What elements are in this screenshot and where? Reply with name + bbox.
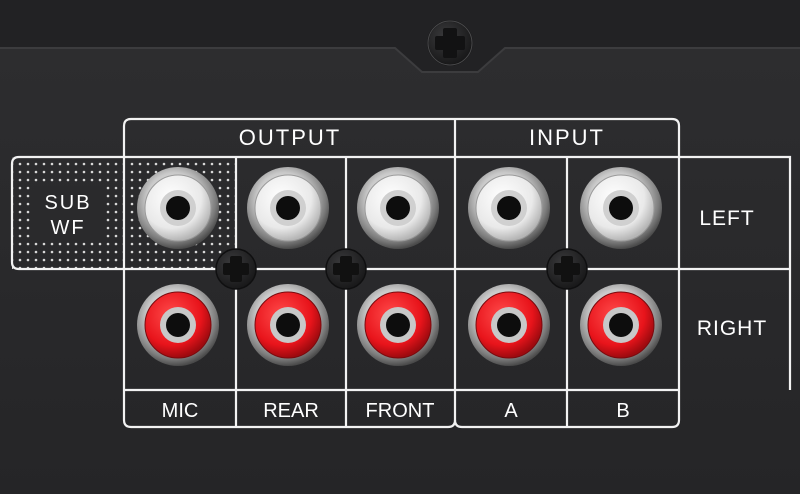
left-label: LEFT: [699, 207, 754, 230]
wf-label: WF: [50, 217, 85, 239]
output-label: OUTPUT: [239, 125, 341, 150]
jack-input-a-right[interactable]: [468, 284, 550, 366]
jack-rear-left[interactable]: [247, 167, 329, 249]
top-screw-icon: [427, 20, 473, 66]
column-label-front: FRONT: [366, 400, 435, 422]
jack-mic[interactable]: [137, 284, 219, 366]
sub-label: SUB: [44, 192, 91, 214]
jack-input-b-left[interactable]: [580, 167, 662, 249]
screw-icon: [325, 248, 367, 290]
right-label: RIGHT: [697, 317, 767, 340]
jack-input-a-left[interactable]: [468, 167, 550, 249]
input-label: INPUT: [529, 125, 605, 150]
jack-front-left[interactable]: [357, 167, 439, 249]
screw-icon: [215, 248, 257, 290]
jack-sub-wf-left[interactable]: [137, 167, 219, 249]
jack-input-b-right[interactable]: [580, 284, 662, 366]
column-label-b: B: [616, 400, 629, 422]
rear-io-panel: OUTPUT INPUT SUB WF LEFT RIGHT MIC REAR …: [0, 0, 800, 494]
column-label-mic: MIC: [162, 400, 199, 422]
screw-icon: [546, 248, 588, 290]
jack-rear-right[interactable]: [247, 284, 329, 366]
jack-front-right[interactable]: [357, 284, 439, 366]
column-label-a: A: [504, 400, 518, 422]
column-label-rear: REAR: [263, 400, 319, 422]
